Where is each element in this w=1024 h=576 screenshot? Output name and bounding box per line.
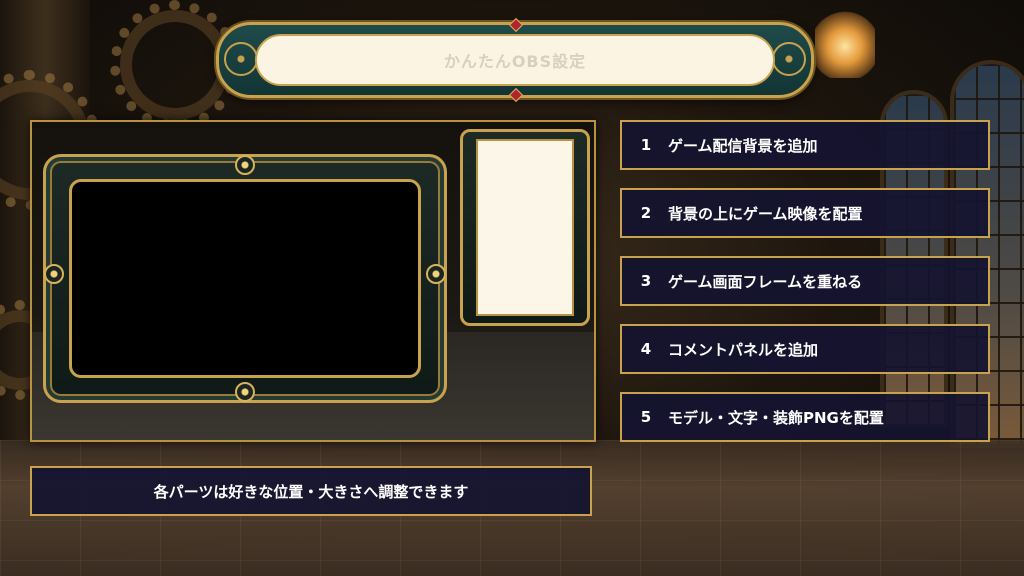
arched-window [950, 60, 1024, 448]
step-4: 4 コメントパネルを追加 [620, 324, 990, 374]
step-number: 1 [640, 136, 652, 154]
step-5: 5 モデル・文字・装飾PNGを配置 [620, 392, 990, 442]
game-screen-frame [43, 154, 447, 403]
step-number: 4 [640, 340, 652, 358]
frame-ornament-icon [426, 264, 446, 284]
adjustment-note: 各パーツは好きな位置・大きさへ調整できます [30, 466, 592, 516]
step-label: ゲーム画面フレームを重ねる [668, 272, 863, 291]
frame-ornament-icon [235, 382, 255, 402]
title-banner: かんたんOBS設定 [216, 17, 814, 103]
frame-ornament-icon [235, 155, 255, 175]
step-3: 3 ゲーム画面フレームを重ねる [620, 256, 990, 306]
step-number: 3 [640, 272, 652, 290]
step-label: コメントパネルを追加 [668, 340, 819, 359]
lantern-icon [815, 8, 875, 78]
step-2: 2 背景の上にゲーム映像を配置 [620, 188, 990, 238]
compass-ornament-icon [224, 42, 258, 76]
page-title: かんたんOBS設定 [443, 52, 587, 71]
step-label: 背景の上にゲーム映像を配置 [668, 204, 863, 223]
comment-panel-frame [460, 129, 590, 326]
step-1: 1 ゲーム配信背景を追加 [620, 120, 990, 170]
comment-panel-area [476, 139, 574, 316]
note-text: 各パーツは好きな位置・大きさへ調整できます [153, 482, 469, 501]
step-number: 2 [640, 204, 652, 222]
step-label: ゲーム配信背景を追加 [668, 136, 818, 155]
layout-preview [30, 120, 596, 442]
title-plate: かんたんOBS設定 [255, 34, 775, 86]
step-number: 5 [640, 408, 652, 426]
frame-ornament-icon [44, 264, 64, 284]
step-label: モデル・文字・装飾PNGを配置 [668, 408, 884, 427]
compass-ornament-icon [772, 42, 806, 76]
game-video-area [69, 179, 421, 378]
